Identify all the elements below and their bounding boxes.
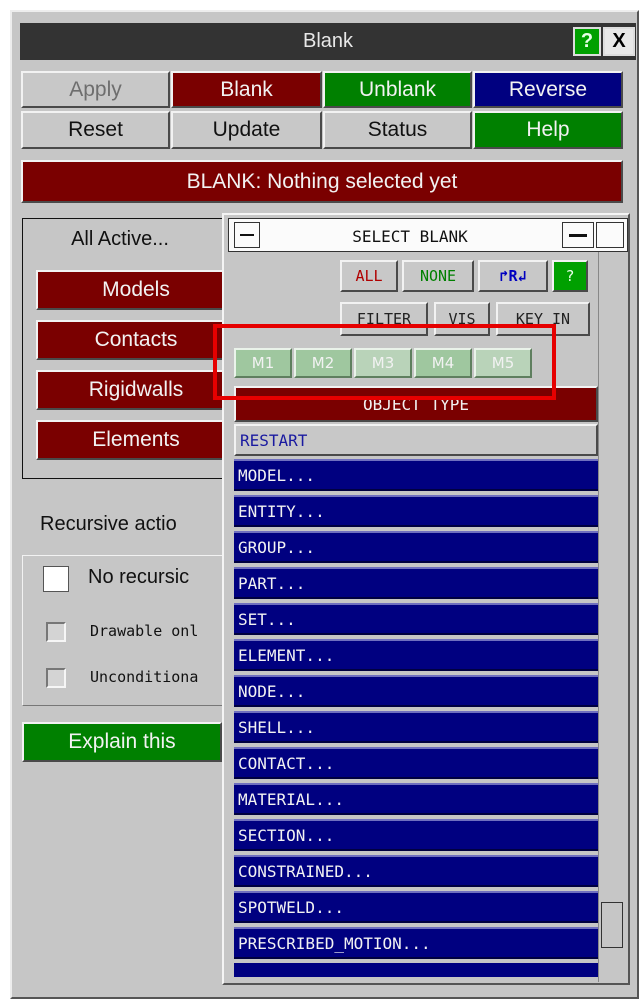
object-item-material[interactable]: MATERIAL... xyxy=(234,783,598,815)
scrollbar-thumb[interactable] xyxy=(601,902,623,948)
popup-title: SELECT BLANK xyxy=(352,226,468,246)
object-item-contact[interactable]: CONTACT... xyxy=(234,747,598,779)
object-item-prescribed-motion[interactable]: PRESCRIBED_MOTION... xyxy=(234,927,598,959)
close-icon[interactable]: X xyxy=(603,27,635,56)
help-icon[interactable]: ? xyxy=(573,27,601,56)
window-title: Blank xyxy=(302,30,354,52)
object-item-part[interactable]: PART... xyxy=(234,567,598,599)
contacts-button[interactable]: Contacts xyxy=(36,320,236,360)
update-button[interactable]: Update xyxy=(171,111,322,149)
blank-button[interactable]: Blank xyxy=(171,71,322,108)
unblank-button[interactable]: Unblank xyxy=(323,71,472,108)
recursive-action-label: Recursive actio xyxy=(40,513,177,535)
select-none-button[interactable]: NONE xyxy=(402,260,474,292)
object-item-entity[interactable]: ENTITY... xyxy=(234,495,598,527)
object-item-spotweld[interactable]: SPOTWELD... xyxy=(234,891,598,923)
popup-help-button[interactable]: ? xyxy=(552,260,588,292)
popup-menu-icon[interactable] xyxy=(234,222,260,248)
elements-button[interactable]: Elements xyxy=(36,420,236,460)
help-button[interactable]: Help xyxy=(473,111,623,149)
reverse-selection-label: R xyxy=(508,267,518,285)
models-button[interactable]: Models xyxy=(36,270,236,310)
object-item-section[interactable]: SECTION... xyxy=(234,819,598,851)
drawable-only-label: Drawable onl xyxy=(90,622,199,640)
restart-item[interactable]: RESTART xyxy=(234,424,598,456)
reset-button[interactable]: Reset xyxy=(21,111,170,149)
unconditional-label: Unconditiona xyxy=(90,668,199,686)
object-list-overflow xyxy=(234,963,598,977)
no-recursion-label: No recursic xyxy=(88,566,190,588)
highlight-box xyxy=(213,324,556,400)
explain-this-button[interactable]: Explain this xyxy=(22,722,222,762)
popup-minimize-icon[interactable] xyxy=(562,222,594,248)
reverse-selection-icon[interactable]: ↱ R ↲ xyxy=(478,260,548,292)
drawable-only-checkbox[interactable] xyxy=(46,622,66,642)
object-item-group[interactable]: GROUP... xyxy=(234,531,598,563)
popup-scrollbar[interactable] xyxy=(598,252,626,982)
object-item-constrained[interactable]: CONSTRAINED... xyxy=(234,855,598,887)
no-recursion-checkbox[interactable] xyxy=(43,566,69,592)
object-item-shell[interactable]: SHELL... xyxy=(234,711,598,743)
object-item-node[interactable]: NODE... xyxy=(234,675,598,707)
reverse-button[interactable]: Reverse xyxy=(473,71,623,108)
object-item-model[interactable]: MODEL... xyxy=(234,459,598,491)
window-title-bar: Blank xyxy=(20,23,636,60)
object-item-element[interactable]: ELEMENT... xyxy=(234,639,598,671)
unconditional-checkbox[interactable] xyxy=(46,668,66,688)
rigidwalls-button[interactable]: Rigidwalls xyxy=(36,370,236,410)
select-all-button[interactable]: ALL xyxy=(340,260,398,292)
all-active-label[interactable]: All Active... xyxy=(30,224,210,254)
object-item-set[interactable]: SET... xyxy=(234,603,598,635)
status-button[interactable]: Status xyxy=(323,111,472,149)
popup-maximize-icon[interactable] xyxy=(596,222,624,248)
apply-button[interactable]: Apply xyxy=(21,71,170,108)
selection-status-bar: BLANK: Nothing selected yet xyxy=(21,160,623,203)
